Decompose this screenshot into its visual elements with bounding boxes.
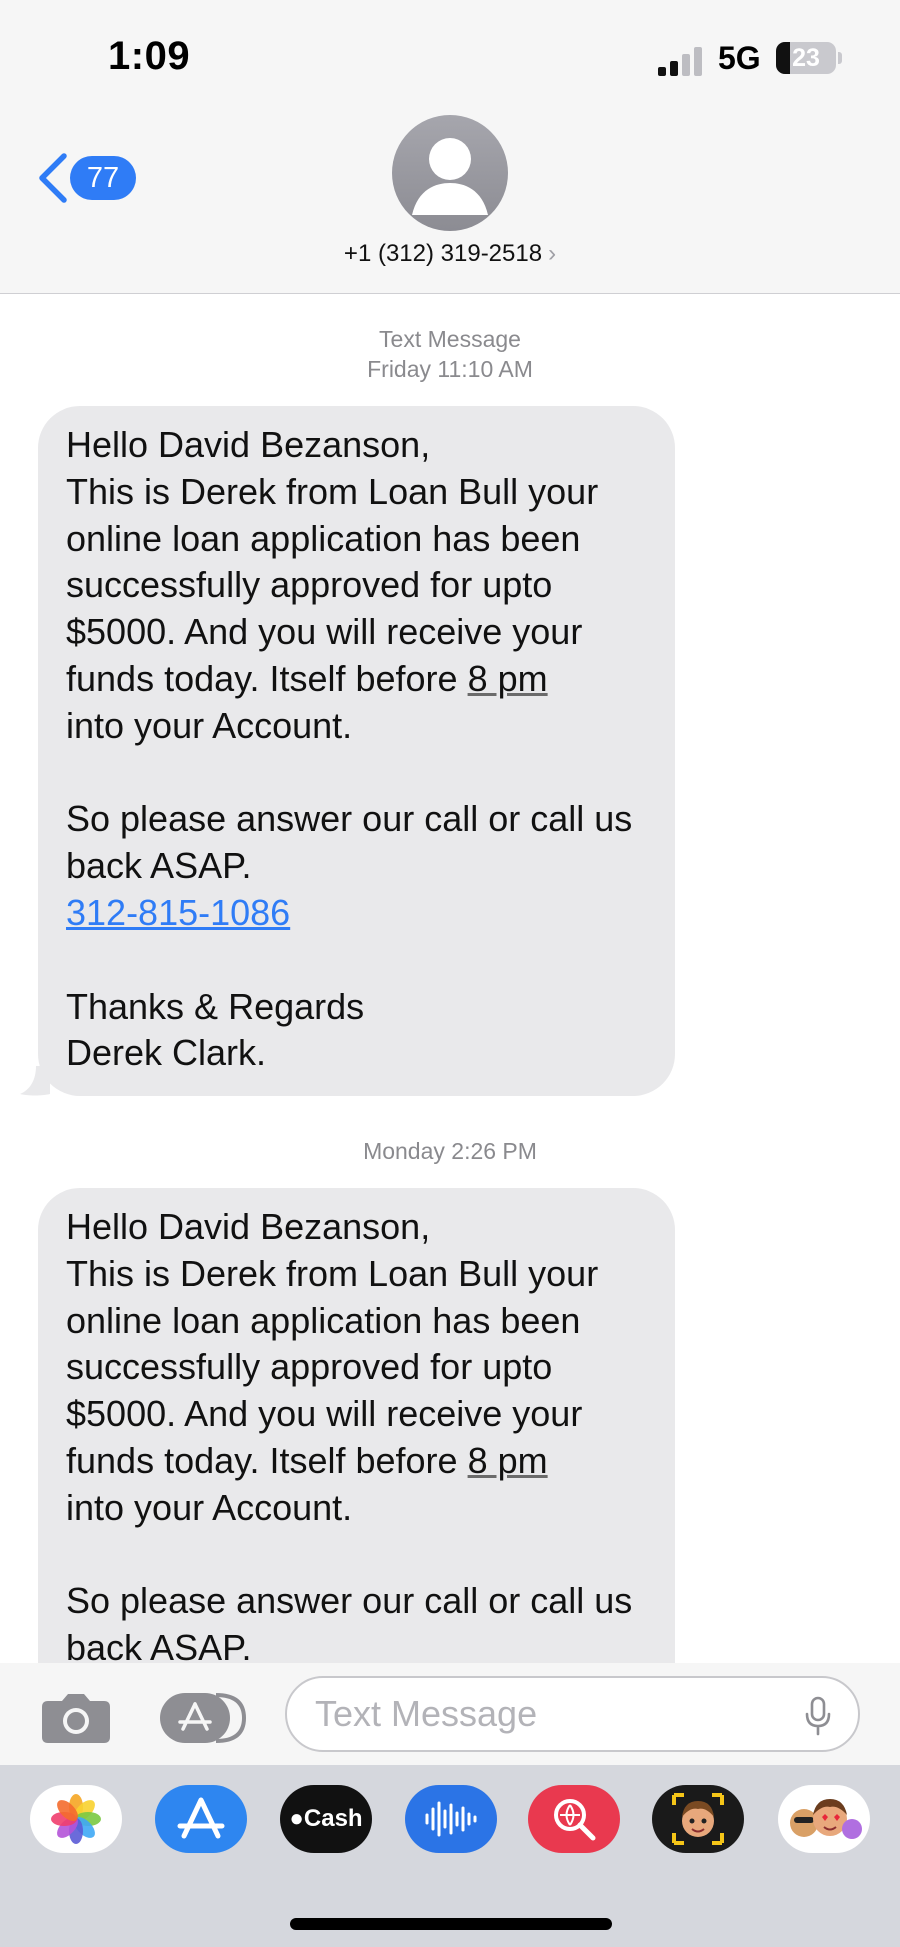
apps-icon[interactable] [158,1691,246,1745]
memoji-app[interactable] [652,1785,744,1853]
status-bar: 1:09 5G 23 [0,0,900,110]
memoji-icon [672,1793,724,1845]
cellular-signal-icon [658,46,706,76]
message-type-label: Text Message [379,326,521,352]
message-input[interactable]: Text Message [285,1676,860,1752]
battery-percent: 23 [792,44,820,72]
imessage-app-drawer: ● Cash [0,1765,900,1947]
photos-icon [51,1794,101,1844]
phone-number-link[interactable]: 312-815-1086 [66,892,290,933]
images-search-app[interactable] [528,1785,620,1853]
memoji-stickers-app[interactable] [778,1785,870,1853]
message-bubble-received[interactable]: Hello David Bezanson, This is Derek from… [38,406,675,1096]
message-date: Monday 2:26 PM [363,1138,537,1164]
contact-avatar[interactable] [392,115,508,231]
message-input-placeholder: Text Message [315,1693,538,1734]
app-store-icon [177,1797,225,1839]
conversation-header: 77 +1 (312) 319-2518 › [0,110,900,294]
unread-count-badge: 77 [70,156,136,200]
message-timestamp: Text Message Friday 11:10 AM [0,324,900,384]
contact-number: +1 (312) 319-2518 [343,240,543,267]
message-text: Thanks & Regards Derek Clark. [66,985,365,1074]
network-type: 5G [718,40,761,76]
contact-name-button[interactable]: +1 (312) 319-2518 › [0,240,900,268]
status-time: 1:09 [108,34,191,78]
apple-cash-app[interactable]: ● Cash [280,1785,372,1853]
home-indicator[interactable] [290,1918,612,1930]
apple-cash-label: Cash [303,1805,363,1832]
camera-icon[interactable] [40,1691,112,1745]
time-data-detector[interactable]: 8 pm [468,658,548,699]
microphone-icon[interactable] [804,1696,832,1736]
battery-cap [838,52,842,64]
app-store-app[interactable] [155,1785,247,1853]
photos-app[interactable] [30,1785,122,1853]
audio-message-app[interactable] [405,1785,497,1853]
compose-bar: Text Message [0,1663,900,1765]
chevron-left-icon [39,153,67,203]
battery-icon: 23 [776,42,836,74]
message-timestamp: Monday 2:26 PM [0,1136,900,1166]
message-text: into your Account. So please answer our … [66,1486,633,1669]
apple-logo-icon: ● [289,1805,304,1832]
back-button[interactable]: 77 [36,148,136,208]
memoji-stickers-icon [790,1799,862,1839]
message-text: into your Account. So please answer our … [66,704,633,887]
message-date: Friday 11:10 AM [367,356,533,382]
images-search-icon [554,1799,596,1841]
person-icon [412,138,488,215]
time-data-detector[interactable]: 8 pm [468,1440,548,1481]
chevron-right-icon: › [548,240,557,267]
audio-message-icon [425,1801,477,1837]
